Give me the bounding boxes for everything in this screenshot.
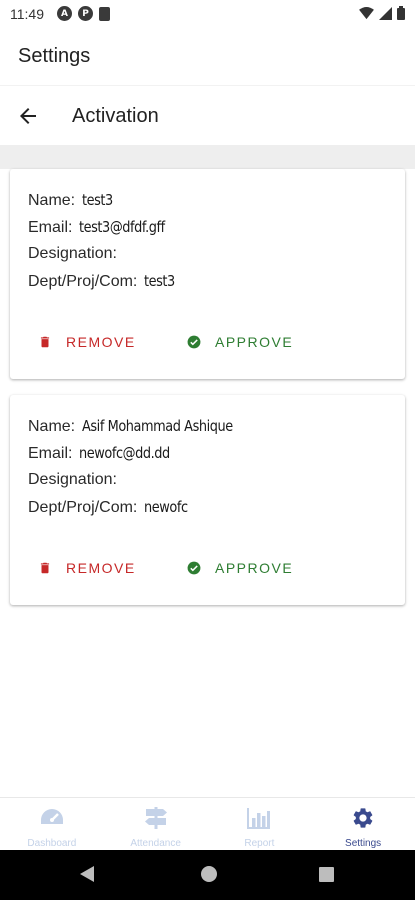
notification-p-icon: P <box>78 6 93 21</box>
back-triangle-icon[interactable] <box>78 864 96 884</box>
dept-row: Dept/Proj/Com: test3 <box>28 272 180 291</box>
trash-icon <box>40 336 50 348</box>
request-card: Name: Asif Mohammad Ashique Email: newof… <box>10 395 405 605</box>
remove-label: REMOVE <box>66 334 136 350</box>
designation-row: Designation: <box>28 245 124 263</box>
name-label: Name: <box>28 192 76 209</box>
dept-label: Dept/Proj/Com: <box>28 499 138 516</box>
designation-row: Designation: <box>28 471 124 489</box>
app-title: Settings <box>18 45 91 67</box>
dept-label: Dept/Proj/Com: <box>28 273 138 290</box>
home-circle-icon[interactable] <box>199 864 219 884</box>
notification-a-icon: A <box>57 6 72 21</box>
status-time: 11:49 <box>10 6 44 22</box>
approve-label: APPROVE <box>215 334 294 350</box>
nav-label: Settings <box>345 838 382 849</box>
recents-square-icon[interactable] <box>318 866 335 883</box>
nav-item-dashboard[interactable]: Dashboard <box>0 798 104 850</box>
name-row: Name: test3 <box>28 191 118 210</box>
gear-icon <box>353 808 373 828</box>
nav-item-report[interactable]: Report <box>208 798 312 850</box>
dept-value: newofc <box>144 498 188 516</box>
trash-icon <box>40 562 50 574</box>
name-value: Asif Mohammad Ashique <box>82 417 233 435</box>
bottom-nav: Dashboard Attendance Report Settings <box>0 797 415 850</box>
back-arrow-icon[interactable] <box>16 104 40 128</box>
email-value: test3@dfdf.gff <box>79 218 166 236</box>
nav-item-settings[interactable]: Settings <box>311 798 415 850</box>
page-title: Activation <box>72 105 159 127</box>
wifi-icon <box>359 6 374 19</box>
request-card: Name: test3 Email: test3@dfdf.gff Design… <box>10 169 405 379</box>
nav-label: Report <box>244 838 275 849</box>
remove-button[interactable]: REMOVE <box>38 560 136 576</box>
approve-button[interactable]: APPROVE <box>187 334 293 350</box>
status-notification-icons: A P <box>57 6 110 21</box>
email-row: Email: test3@dfdf.gff <box>28 218 179 237</box>
approve-label: APPROVE <box>215 560 294 576</box>
signal-icon <box>379 6 392 20</box>
bar-chart-icon <box>247 808 271 829</box>
signpost-icon <box>144 807 167 829</box>
email-label: Email: <box>28 445 73 462</box>
email-row: Email: newofc@dd.dd <box>28 444 185 463</box>
email-label: Email: <box>28 219 73 236</box>
status-system-icons <box>359 6 405 20</box>
name-value: test3 <box>82 191 113 209</box>
list-top-divider <box>0 145 415 169</box>
battery-icon <box>397 6 405 20</box>
dept-row: Dept/Proj/Com: newofc <box>28 498 195 517</box>
speedometer-icon <box>40 809 63 824</box>
remove-label: REMOVE <box>66 560 136 576</box>
system-nav-bar <box>0 850 415 900</box>
nav-label: Dashboard <box>27 838 77 849</box>
check-circle-icon <box>187 561 201 575</box>
name-row: Name: Asif Mohammad Ashique <box>28 417 257 436</box>
nav-item-attendance[interactable]: Attendance <box>104 798 208 850</box>
email-value: newofc@dd.dd <box>79 444 171 462</box>
name-label: Name: <box>28 418 76 435</box>
sim-card-icon <box>99 6 110 21</box>
status-bar: 11:49 A P <box>0 0 415 28</box>
app-bar: Settings <box>0 28 415 85</box>
activation-list: Name: test3 Email: test3@dfdf.gff Design… <box>0 145 415 798</box>
approve-button[interactable]: APPROVE <box>187 560 293 576</box>
check-circle-icon <box>187 335 201 349</box>
dept-value: test3 <box>144 272 176 290</box>
designation-label: Designation: <box>28 471 117 488</box>
designation-label: Designation: <box>28 245 117 262</box>
remove-button[interactable]: REMOVE <box>38 334 136 350</box>
sub-header: Activation <box>0 85 415 145</box>
nav-label: Attendance <box>130 838 181 849</box>
